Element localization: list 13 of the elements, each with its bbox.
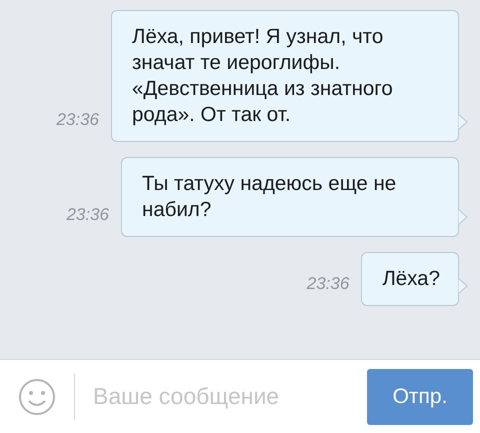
message-time: 23:36 [56, 108, 99, 130]
message-time: 23:36 [306, 272, 350, 294]
message-time: 23:36 [66, 204, 109, 226]
message-composer-bar[interactable]: Ваше сообщение Отпр. [0, 360, 480, 433]
smiley-icon[interactable] [18, 378, 56, 416]
message-bubble: Ты татуху надеюсь еще не набил? [121, 157, 459, 237]
message-bubble: Лёха? [361, 252, 459, 306]
bubble-tail-icon [458, 114, 468, 130]
message-bubble: Лёха, привет! Я узнал, что значат те иероглифы. «Девственница из знатного рода». От так от. [111, 10, 459, 142]
bubble-tail-icon [458, 278, 468, 294]
send-button[interactable]: Отпр. [367, 368, 473, 424]
bubble-tail-icon [458, 209, 468, 225]
message-input[interactable]: Ваше сообщение [93, 379, 367, 414]
